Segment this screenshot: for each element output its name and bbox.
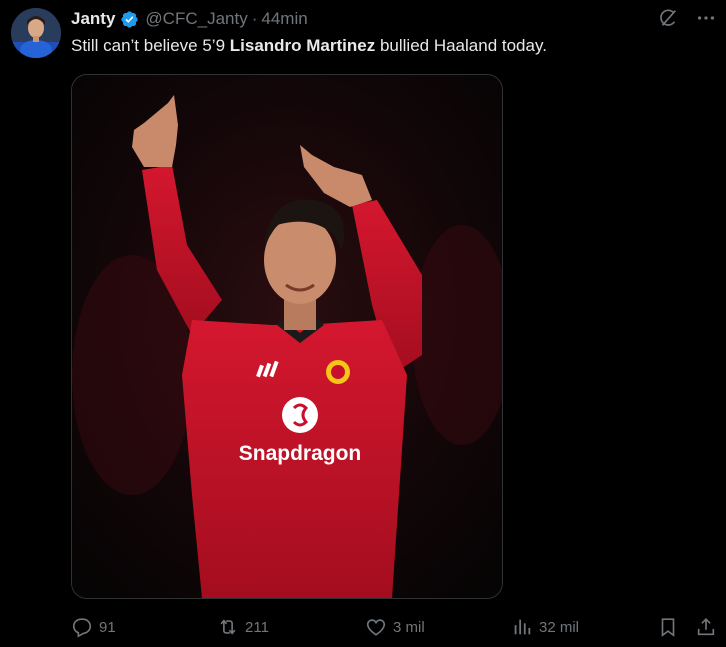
author-handle[interactable]: @CFC_Janty [145,9,247,29]
retweet-count: 211 [245,618,269,636]
like-count: 3 mil [393,618,425,636]
separator-dot: · [251,9,258,28]
tweet-actions: 91 211 3 mil 32 mil [71,612,726,642]
views-button[interactable]: 32 mil [511,612,579,642]
grok-icon[interactable] [656,6,680,30]
tweet-text: Still can’t believe 5’9 Lisandro Martine… [71,35,547,57]
views-count: 32 mil [539,618,580,636]
views-icon [514,619,531,635]
heart-icon [366,619,386,636]
bookmark-button[interactable] [657,612,679,642]
reply-icon [72,618,92,638]
bookmark-icon [661,618,675,637]
share-button[interactable] [695,612,717,642]
tweet-text-start: Still can’t believe 5’9 [71,36,230,55]
like-button[interactable]: 3 mil [365,612,425,642]
reply-button[interactable]: 91 [71,612,116,642]
author-name[interactable]: Janty [71,9,115,29]
tweet[interactable]: Janty @CFC_Janty · 44min Still can’t bel… [0,0,726,647]
more-icon[interactable] [694,6,718,30]
avatar[interactable] [11,8,61,58]
share-icon [697,618,715,636]
verified-badge-icon [121,10,139,28]
sponsor-text: Snapdragon [239,442,362,465]
player-photo: Snapdragon [72,75,502,598]
retweet-icon [220,619,236,635]
tweet-header: Janty @CFC_Janty · 44min [71,8,308,30]
tweet-media[interactable]: Snapdragon [71,74,503,599]
tweet-text-bold: Lisandro Martinez [229,36,376,55]
retweet-button[interactable]: 211 [217,612,269,642]
avatar-image [11,8,61,58]
reply-count: 91 [99,618,116,636]
tweet-text-end: bullied Haaland today. [375,36,547,55]
tweet-timestamp[interactable]: 44min [261,9,307,29]
tweet-top-actions [656,6,718,30]
